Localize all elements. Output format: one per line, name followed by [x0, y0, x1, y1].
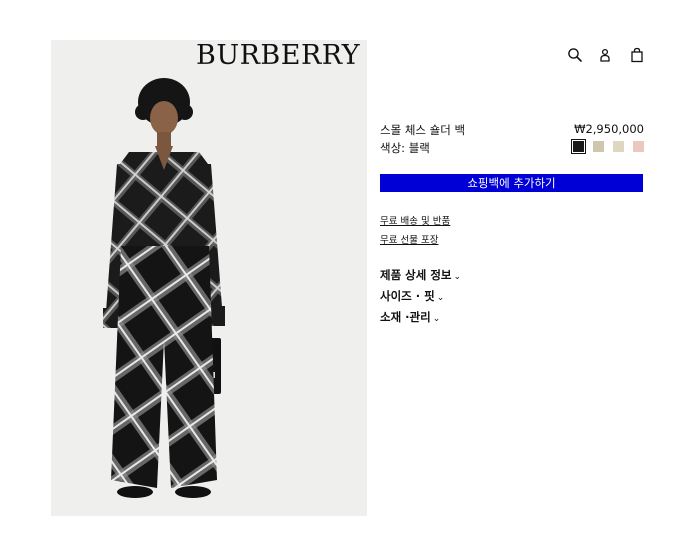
product-image[interactable]: [51, 40, 367, 516]
swatch-pink[interactable]: [633, 141, 644, 152]
account-icon[interactable]: [596, 46, 614, 64]
color-row: 색상: 블랙: [380, 139, 644, 157]
product-info: 스몰 체스 숄더 백 ₩2,950,000 색상: 블랙 쇼핑백에 추가하기 무…: [380, 120, 644, 324]
add-to-bag-button[interactable]: 쇼핑백에 추가하기: [380, 174, 643, 192]
free-gift-wrap-link[interactable]: 무료 선물 포장: [380, 232, 438, 246]
header-actions: [562, 46, 648, 66]
section-product-details-label: 제품 상세 정보: [380, 268, 452, 282]
section-material-care[interactable]: 소재 ·관리 ⌄: [380, 309, 440, 325]
color-label: 색상: 블랙: [380, 141, 430, 155]
section-size-fit-label: 사이즈 · 핏: [380, 289, 435, 303]
chevron-down-icon: ⌄: [436, 293, 445, 303]
shopping-bag-icon[interactable]: [628, 46, 646, 64]
free-shipping-returns-link[interactable]: 무료 배송 및 반품: [380, 213, 450, 227]
chevron-down-icon: ⌄: [432, 314, 441, 324]
swatch-beige-2[interactable]: [612, 141, 624, 152]
search-icon[interactable]: [566, 46, 584, 64]
section-material-care-label: 소재 ·관리: [380, 310, 431, 324]
chevron-down-icon: ⌄: [453, 272, 462, 282]
color-swatches: [569, 139, 644, 154]
product-title-row: 스몰 체스 숄더 백 ₩2,950,000: [380, 120, 644, 138]
product-name: 스몰 체스 숄더 백: [380, 123, 466, 137]
swatch-black[interactable]: [570, 139, 586, 154]
section-size-fit[interactable]: 사이즈 · 핏 ⌄: [380, 288, 444, 304]
section-product-details[interactable]: 제품 상세 정보 ⌄: [380, 267, 461, 283]
model-photo-illustration: [103, 78, 225, 498]
product-page: BURBERRY 스몰 체스 숄더 백 ₩2,950,000 색상: 블랙 쇼핑…: [0, 0, 700, 557]
product-price: ₩2,950,000: [574, 122, 644, 136]
brand-logo[interactable]: BURBERRY: [196, 40, 360, 72]
swatch-beige-1[interactable]: [592, 141, 604, 152]
